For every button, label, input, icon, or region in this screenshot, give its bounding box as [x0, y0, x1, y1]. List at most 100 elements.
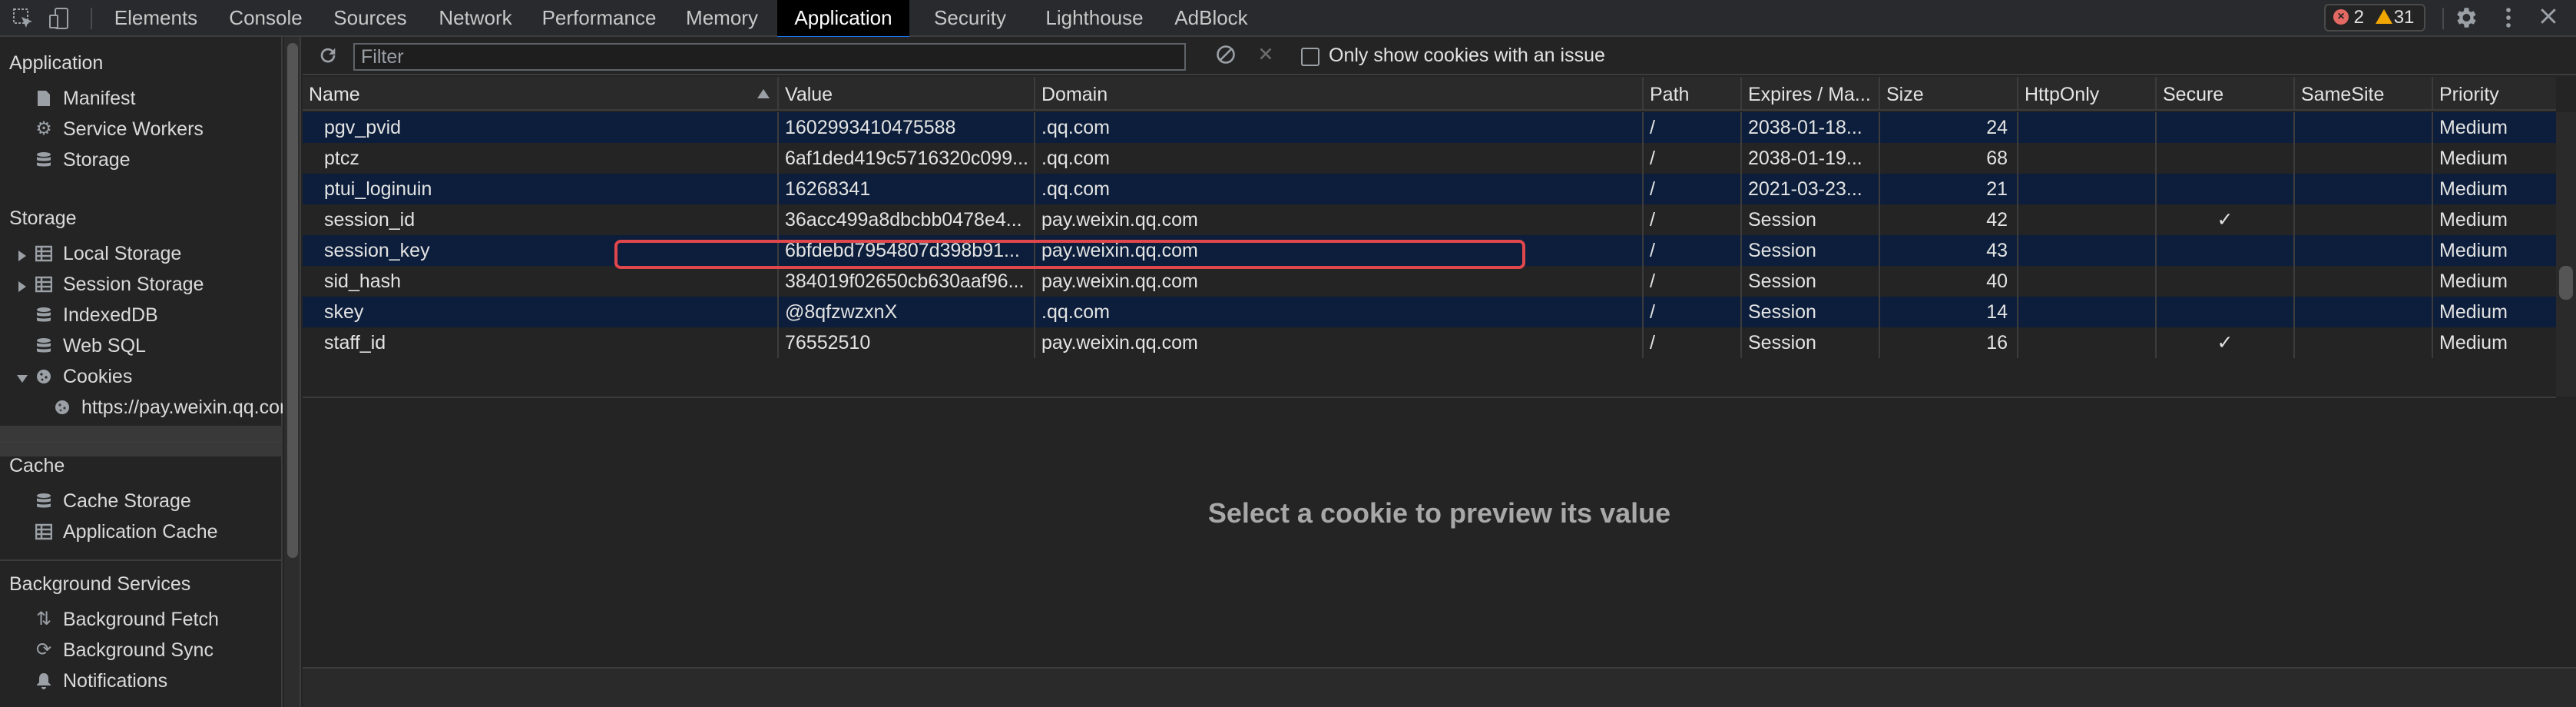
settings-gear-icon[interactable] — [2452, 5, 2479, 32]
table-row[interactable]: ptui_loginuin 16268341 .qq.com / 2021-03… — [303, 174, 2556, 204]
sidebar-item-label: Background Sync — [63, 639, 214, 661]
cookie-icon — [54, 399, 71, 416]
sidebar-item-label: Cookies — [63, 366, 133, 387]
issues-counter[interactable]: × 2 31 — [2324, 4, 2425, 32]
tab-memory[interactable]: Memory — [679, 0, 765, 37]
table-row[interactable]: sid_hash 384019f02650cb630aaf96... pay.w… — [303, 266, 2556, 297]
scrollbar-thumb[interactable] — [287, 43, 298, 558]
tab-adblock[interactable]: AdBlock — [1163, 0, 1260, 37]
table-row[interactable]: session_key 6bfdebd7954807d398b91... pay… — [303, 235, 2556, 266]
cell-secure — [2157, 266, 2295, 297]
column-header-size[interactable]: Size — [1880, 77, 2018, 111]
table-row[interactable]: pgv_pvid 1602993410475588 .qq.com / 2038… — [303, 112, 2556, 143]
table-row[interactable]: staff_id 76552510 pay.weixin.qq.com / Se… — [303, 327, 2556, 358]
sort-ascending-icon — [757, 89, 770, 98]
cell-name: skey — [303, 297, 779, 327]
cell-name: session_id — [303, 204, 779, 235]
cell-secure: ✓ — [2157, 204, 2295, 235]
table-row[interactable]: ptcz 6af1ded419c5716320c099... .qq.com /… — [303, 143, 2556, 174]
cell-expires: Session — [1742, 297, 1880, 327]
tab-application[interactable]: Application — [777, 0, 909, 38]
clear-all-icon[interactable] — [1214, 44, 1238, 68]
header-label: Name — [309, 84, 360, 105]
sidebar-item-label: Notifications — [63, 670, 168, 692]
expand-arrow-icon[interactable] — [18, 251, 26, 261]
close-icon[interactable] — [2535, 5, 2562, 32]
delete-selected-icon[interactable] — [1253, 44, 1278, 68]
sidebar-item-label: Cache Storage — [63, 490, 191, 512]
cell-size: 16 — [1880, 327, 2018, 358]
sidebar-item-label: IndexedDB — [63, 304, 158, 326]
warning-count: 31 — [2393, 7, 2415, 28]
sidebar-scrollbar[interactable] — [284, 37, 301, 707]
sidebar-divider — [0, 559, 283, 561]
table-row[interactable]: skey @8qfzwzxnX .qq.com / Session 14 Med… — [303, 297, 2556, 327]
cell-size: 21 — [1880, 174, 2018, 204]
filter-input[interactable] — [353, 43, 1186, 71]
cell-httponly — [2018, 204, 2157, 235]
cell-domain: pay.weixin.qq.com — [1035, 266, 1644, 297]
sidebar-item-label: Application Cache — [63, 521, 218, 543]
refresh-icon[interactable] — [316, 45, 339, 68]
only-issues-checkbox[interactable] — [1301, 48, 1319, 66]
cell-priority: Medium — [2439, 117, 2508, 138]
collapse-arrow-icon[interactable] — [17, 375, 28, 383]
table-scrollbar[interactable] — [2556, 112, 2576, 397]
cell-path: / — [1644, 235, 1742, 266]
cell-path: / — [1644, 204, 1742, 235]
only-issues-label: Only show cookies with an issue — [1329, 45, 1605, 66]
column-header-secure[interactable]: Secure — [2157, 77, 2295, 111]
tab-network[interactable]: Network — [432, 0, 519, 37]
sidebar-item-cookie-origin[interactable]: https://pay.weixin.qq.com — [54, 392, 283, 423]
cell-httponly — [2018, 327, 2157, 358]
sidebar-item-label: Session Storage — [63, 274, 204, 295]
cell-domain: .qq.com — [1035, 112, 1644, 143]
inspect-element-icon[interactable] — [11, 6, 35, 31]
cell-value: 6bfdebd7954807d398b91... — [779, 235, 1035, 266]
scrollbar-thumb[interactable] — [2559, 266, 2573, 300]
column-header-path[interactable]: Path — [1644, 77, 1742, 111]
column-header-priority[interactable]: Priority — [2433, 77, 2556, 111]
cell-name: pgv_pvid — [303, 112, 779, 143]
column-header-expires[interactable]: Expires / Ma... — [1742, 77, 1880, 111]
devtools-tab-bar: Elements Console Sources Network Perform… — [0, 0, 2576, 38]
expand-arrow-icon[interactable] — [18, 281, 26, 292]
tab-elements[interactable]: Elements — [108, 0, 204, 37]
cell-value: 16268341 — [779, 174, 1035, 204]
cell-size: 14 — [1880, 297, 2018, 327]
cell-value: 36acc499a8dbcbb0478e4... — [779, 204, 1035, 235]
cell-value: 76552510 — [779, 327, 1035, 358]
cell-priority: Medium — [2439, 209, 2508, 231]
table-row[interactable]: session_id 36acc499a8dbcbb0478e4... pay.… — [303, 204, 2556, 235]
tab-security[interactable]: Security — [922, 0, 1018, 37]
cell-path: / — [1644, 266, 1742, 297]
cell-priority: Medium — [2439, 148, 2508, 169]
column-header-samesite[interactable]: SameSite — [2295, 77, 2433, 111]
cell-name: ptcz — [303, 143, 779, 174]
column-header-domain[interactable]: Domain — [1035, 77, 1644, 111]
column-header-httponly[interactable]: HttpOnly — [2018, 77, 2157, 111]
cell-samesite — [2295, 204, 2433, 235]
tab-lighthouse[interactable]: Lighthouse — [1037, 0, 1152, 37]
cell-expires: Session — [1742, 266, 1880, 297]
database-icon — [35, 307, 52, 324]
cell-size: 42 — [1880, 204, 2018, 235]
cookies-toolbar: Only show cookies with an issue — [303, 37, 2576, 75]
preview-bottom-bar — [303, 667, 2576, 707]
sidebar-section-storage: Storage — [9, 207, 77, 229]
cell-secure — [2157, 174, 2295, 204]
cookies-panel: Only show cookies with an issue Name Val… — [303, 37, 2576, 707]
column-header-name[interactable]: Name — [303, 77, 779, 111]
sidebar-section-background-services: Background Services — [9, 573, 191, 595]
tab-performance[interactable]: Performance — [538, 0, 661, 37]
tab-console[interactable]: Console — [223, 0, 309, 37]
device-toolbar-icon[interactable] — [48, 6, 72, 31]
column-header-value[interactable]: Value — [779, 77, 1035, 111]
tab-sources[interactable]: Sources — [329, 0, 412, 37]
cell-expires: Session — [1742, 204, 1880, 235]
cell-priority: Medium — [2439, 240, 2508, 261]
cell-value: 1602993410475588 — [779, 112, 1035, 143]
more-options-icon[interactable] — [2495, 5, 2522, 32]
cell-samesite — [2295, 174, 2433, 204]
cell-httponly — [2018, 297, 2157, 327]
